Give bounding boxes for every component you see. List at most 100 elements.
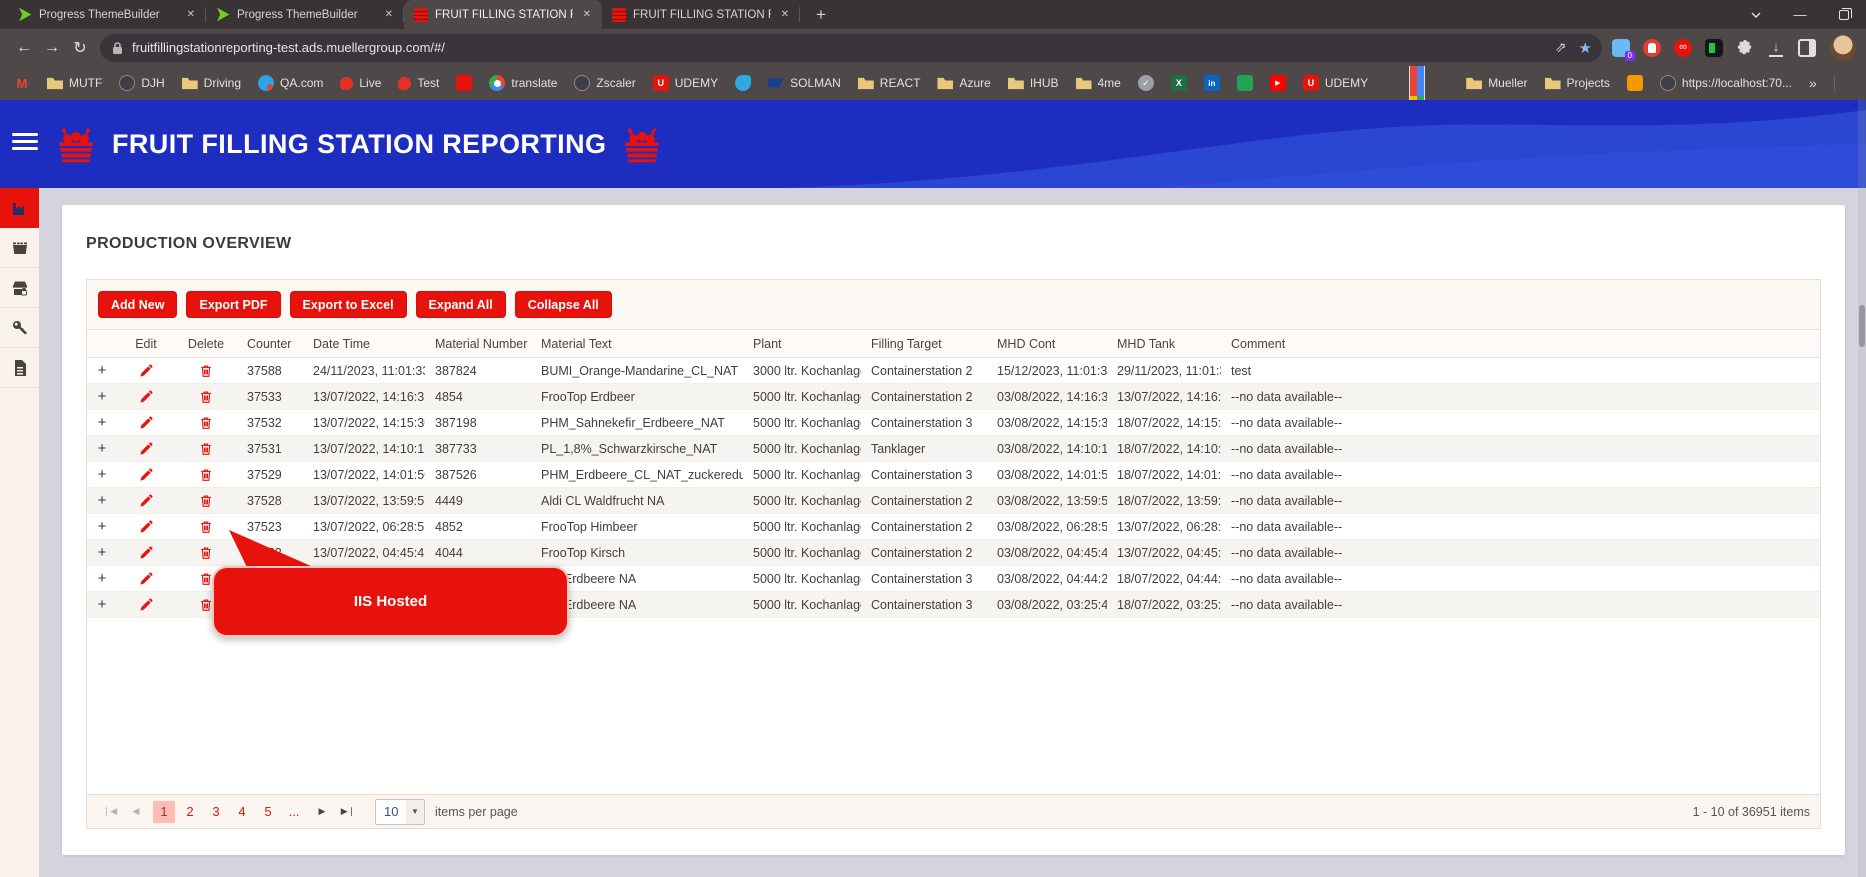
- edit-icon[interactable]: [138, 467, 154, 483]
- expand-row-button[interactable]: +: [98, 596, 107, 613]
- column-header-plant[interactable]: Plant: [743, 337, 861, 351]
- bookmark-item[interactable]: REACT: [857, 75, 920, 91]
- column-header-date-time[interactable]: Date Time: [303, 337, 425, 351]
- forward-button[interactable]: →: [38, 39, 66, 57]
- column-header-material-text[interactable]: Material Text: [531, 337, 743, 351]
- bookmark-item[interactable]: [1170, 75, 1187, 91]
- minimize-button[interactable]: —: [1778, 0, 1822, 29]
- profile-avatar[interactable]: [1830, 34, 1856, 61]
- bookmark-item[interactable]: MUTF: [47, 75, 102, 91]
- bookmark-item[interactable]: translate: [489, 75, 557, 91]
- new-tab-button[interactable]: +: [808, 5, 834, 29]
- column-header-delete[interactable]: Delete: [175, 337, 237, 351]
- bookmark-item[interactable]: [1269, 75, 1286, 91]
- side-panel-icon[interactable]: [1798, 38, 1816, 57]
- expand-all-button[interactable]: Expand All: [415, 291, 506, 318]
- extension-hand-icon[interactable]: [1643, 38, 1661, 57]
- edit-icon[interactable]: [138, 493, 154, 509]
- bookmark-item[interactable]: Live: [340, 76, 381, 90]
- column-header-material-number[interactable]: Material Number: [425, 337, 531, 351]
- column-header-filling-target[interactable]: Filling Target: [861, 337, 987, 351]
- reload-button[interactable]: ↻: [66, 38, 94, 58]
- browser-tab[interactable]: Progress ThemeBuilder ✕: [206, 0, 404, 29]
- bookmark-star-icon[interactable]: ★: [1579, 39, 1592, 57]
- expand-row-button[interactable]: +: [98, 362, 107, 379]
- scrollbar-thumb[interactable]: [1859, 305, 1865, 347]
- bookmark-item[interactable]: Test: [398, 76, 439, 90]
- add-new-button[interactable]: Add New: [98, 291, 178, 318]
- share-icon[interactable]: ⇗: [1555, 39, 1567, 56]
- bookmark-item[interactable]: Zscaler: [574, 75, 636, 91]
- bookmark-item[interactable]: SOLMAN: [768, 75, 841, 91]
- browser-tab[interactable]: FRUIT FILLING STATION REPORT ✕: [404, 0, 602, 29]
- pager-page[interactable]: 1: [153, 800, 175, 823]
- back-button[interactable]: ←: [10, 39, 38, 57]
- delete-icon[interactable]: [198, 545, 214, 561]
- bookmark-item[interactable]: [1137, 75, 1154, 91]
- edit-icon[interactable]: [138, 441, 154, 457]
- tab-close-icon[interactable]: ✕: [778, 8, 792, 21]
- bookmark-item[interactable]: UDEMY: [1302, 75, 1368, 91]
- column-header-edit[interactable]: Edit: [117, 337, 175, 351]
- bookmark-item[interactable]: 4me: [1075, 75, 1121, 91]
- delete-icon[interactable]: [198, 441, 214, 457]
- bookmark-item[interactable]: UDEMY: [652, 75, 718, 91]
- tab-close-icon[interactable]: ✕: [184, 8, 198, 21]
- edit-icon[interactable]: [138, 571, 154, 587]
- edit-icon[interactable]: [138, 597, 154, 613]
- bookmark-item[interactable]: QA.com: [258, 75, 323, 91]
- expand-row-button[interactable]: +: [98, 492, 107, 509]
- column-header-mhd-tank[interactable]: MHD Tank: [1107, 337, 1221, 351]
- address-bar[interactable]: fruitfillingstationreporting-test.ads.mu…: [100, 33, 1602, 62]
- pager-prev-button[interactable]: ◀: [123, 806, 149, 817]
- tab-close-icon[interactable]: ✕: [580, 8, 594, 21]
- extensions-puzzle-icon[interactable]: [1736, 39, 1754, 57]
- expand-row-button[interactable]: +: [98, 414, 107, 431]
- expand-row-button[interactable]: +: [98, 440, 107, 457]
- page-size-dropdown[interactable]: 10 ▼: [375, 798, 425, 825]
- expand-row-button[interactable]: +: [98, 388, 107, 405]
- bookmark-item[interactable]: [735, 75, 752, 91]
- tab-search-chevron-icon[interactable]: [1734, 0, 1778, 29]
- bookmark-item[interactable]: »: [1809, 75, 1817, 91]
- bookmark-item[interactable]: Azure: [937, 75, 991, 91]
- pager-page[interactable]: ...: [283, 801, 305, 823]
- sidebar-item-production-overview[interactable]: [0, 188, 39, 228]
- bookmark-item[interactable]: [1236, 75, 1253, 91]
- download-icon[interactable]: ↓: [1769, 39, 1783, 57]
- expand-row-button[interactable]: +: [98, 570, 107, 587]
- expand-row-button[interactable]: +: [98, 518, 107, 535]
- edit-icon[interactable]: [138, 519, 154, 535]
- bookmark-item[interactable]: [1203, 75, 1220, 91]
- delete-icon[interactable]: [198, 389, 214, 405]
- pager-page[interactable]: 2: [179, 801, 201, 823]
- pager-first-button[interactable]: ❘◀: [97, 806, 123, 817]
- edit-icon[interactable]: [138, 363, 154, 379]
- edit-icon[interactable]: [138, 415, 154, 431]
- pager-page[interactable]: 5: [257, 801, 279, 823]
- pager-page[interactable]: 4: [231, 801, 253, 823]
- bookmark-item[interactable]: DJH: [119, 75, 165, 91]
- tab-close-icon[interactable]: ✕: [382, 8, 396, 21]
- menu-hamburger-icon[interactable]: [12, 133, 38, 150]
- delete-icon[interactable]: [198, 415, 214, 431]
- column-header-mhd-cont[interactable]: MHD Cont: [987, 337, 1107, 351]
- extension-ghost-icon[interactable]: 0: [1612, 38, 1635, 61]
- bookmark-item[interactable]: [1385, 66, 1449, 100]
- pager-next-button[interactable]: ▶: [309, 806, 335, 817]
- pager-last-button[interactable]: ▶❘: [335, 806, 361, 817]
- export-pdf-button[interactable]: Export PDF: [186, 291, 281, 318]
- column-header-counter[interactable]: Counter: [237, 337, 303, 351]
- browser-tab[interactable]: Progress ThemeBuilder ✕: [8, 0, 206, 29]
- bookmark-item[interactable]: Projects: [1544, 75, 1610, 91]
- expand-row-button[interactable]: +: [98, 466, 107, 483]
- bookmark-item[interactable]: IHUB: [1007, 75, 1059, 91]
- delete-icon[interactable]: [198, 467, 214, 483]
- bookmark-item[interactable]: [14, 75, 30, 91]
- bookmark-item[interactable]: Mueller: [1466, 75, 1528, 91]
- collapse-all-button[interactable]: Collapse All: [514, 291, 612, 318]
- sidebar-item-container-station[interactable]: [0, 228, 39, 268]
- sidebar-item-reports[interactable]: [0, 348, 39, 388]
- sidebar-item-access-keys[interactable]: [0, 308, 39, 348]
- column-header-comment[interactable]: Comment: [1221, 337, 1361, 351]
